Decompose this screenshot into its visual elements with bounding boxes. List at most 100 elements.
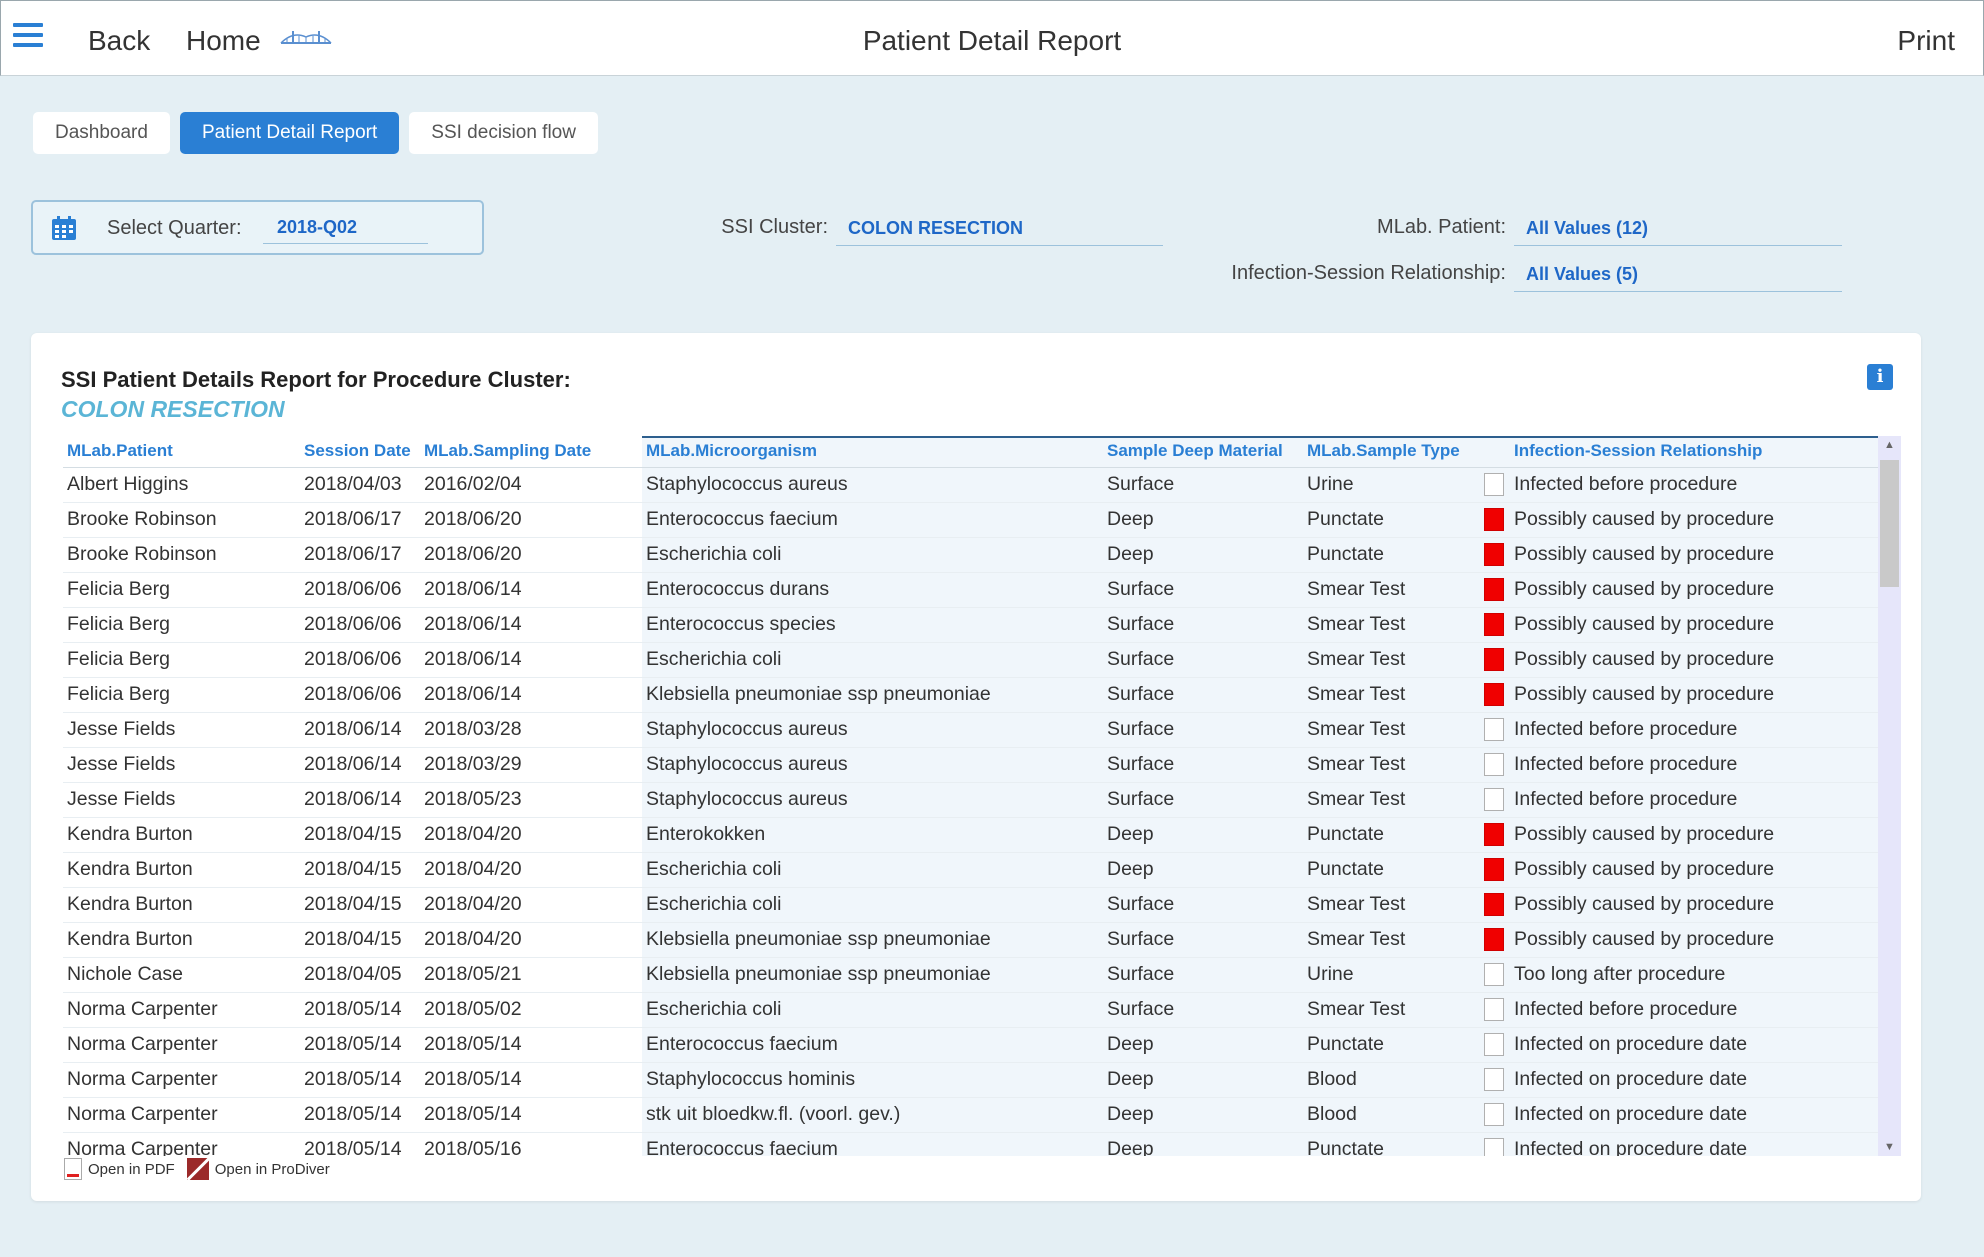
table-row[interactable]: Kendra Burton 2018/04/15 2018/04/20 Klebsie… (63, 922, 1878, 958)
column-header[interactable]: MLab.Sample Type (1303, 436, 1477, 468)
open-in-prodiver-link[interactable]: Open in ProDiver (186, 1158, 330, 1180)
empty-flag-indicator (1483, 963, 1504, 987)
deep-material-cell: Deep (1103, 852, 1303, 888)
column-header[interactable]: MLab.Sampling Date (420, 436, 642, 468)
table-row[interactable]: Felicia Berg 2018/06/06 2018/06/14 Enteroco… (63, 607, 1878, 643)
empty-flag-indicator (1483, 998, 1504, 1022)
table-row[interactable]: Norma Carpenter 2018/05/14 2018/05/02 Esche… (63, 992, 1878, 1028)
deep-material-cell: Surface (1103, 467, 1303, 503)
sample-type-cell: Punctate (1303, 852, 1477, 888)
table-row[interactable]: Norma Carpenter 2018/05/14 2018/05/14 Enter… (63, 1027, 1878, 1063)
column-header[interactable]: MLab.Patient (63, 436, 300, 468)
print-link[interactable]: Print (1897, 25, 1955, 57)
deep-material-cell: Surface (1103, 992, 1303, 1028)
relationship-label: Infection-Session Relationship: (1231, 262, 1506, 284)
deep-material-cell: Deep (1103, 1097, 1303, 1133)
flag-cell (1477, 957, 1510, 993)
calendar-icon[interactable] (51, 215, 77, 241)
open-in-pdf-label: Open in PDF (88, 1160, 175, 1178)
deep-material-cell: Deep (1103, 1062, 1303, 1098)
table-row[interactable]: Norma Carpenter 2018/05/14 2018/05/14 Staph… (63, 1062, 1878, 1098)
column-header[interactable]: Sample Deep Material (1103, 436, 1303, 468)
relationship-cell: Infected before procedure (1510, 747, 1878, 783)
table-row[interactable]: Norma Carpenter 2018/05/14 2018/05/14 stk u… (63, 1097, 1878, 1133)
scrollbar-thumb[interactable] (1880, 460, 1899, 587)
table-row[interactable]: Brooke Robinson 2018/06/17 2018/06/20 Enter… (63, 502, 1878, 538)
ssi-cluster-select[interactable]: COLON RESECTION (836, 218, 1163, 246)
session-date-cell: 2018/05/14 (300, 1027, 420, 1063)
microorganism-cell: Enterococcus durans (642, 572, 1103, 608)
table-row[interactable]: Felicia Berg 2018/06/06 2018/06/14 Escheric… (63, 642, 1878, 678)
session-date-cell: 2018/04/15 (300, 817, 420, 853)
flag-cell (1477, 852, 1510, 888)
patient-cell: Felicia Berg (63, 572, 300, 608)
table-scrollbar[interactable]: ▲ ▼ (1878, 436, 1901, 1156)
sample-type-cell: Blood (1303, 1097, 1477, 1133)
column-header[interactable]: Session Date (300, 436, 420, 468)
table-row[interactable]: Felicia Berg 2018/06/06 2018/06/14 Enteroco… (63, 572, 1878, 608)
table-row[interactable]: Brooke Robinson 2018/06/17 2018/06/20 Esche… (63, 537, 1878, 573)
relationship-cell: Infected before procedure (1510, 467, 1878, 503)
table-row[interactable]: Jesse Fields 2018/06/14 2018/03/28 Staphylo… (63, 712, 1878, 748)
deep-material-cell: Surface (1103, 957, 1303, 993)
tab-patient-detail-report[interactable]: Patient Detail Report (179, 112, 400, 154)
sample-type-cell: Smear Test (1303, 887, 1477, 923)
table-row[interactable]: Albert Higgins 2018/04/03 2016/02/04 Staphy… (63, 467, 1878, 503)
relationship-cell: Possibly caused by procedure (1510, 677, 1878, 713)
table-row[interactable]: Jesse Fields 2018/06/14 2018/05/23 Staphylo… (63, 782, 1878, 818)
table-row[interactable]: Kendra Burton 2018/04/15 2018/04/20 Enterok… (63, 817, 1878, 853)
mlab-patient-select[interactable]: All Values (12) (1514, 218, 1842, 246)
tab-ssi-decision-flow[interactable]: SSI decision flow (409, 112, 598, 154)
table-row[interactable]: Norma Carpenter 2018/05/14 2018/05/16 Enter… (63, 1132, 1878, 1156)
deep-material-cell: Deep (1103, 817, 1303, 853)
flag-cell (1477, 467, 1510, 503)
deep-material-cell: Surface (1103, 782, 1303, 818)
table-row[interactable]: Kendra Burton 2018/04/15 2018/04/20 Escheri… (63, 887, 1878, 923)
report-footer-links: Open in PDF Open in ProDiver (64, 1158, 330, 1180)
microorganism-cell: Staphylococcus hominis (642, 1062, 1103, 1098)
sample-type-cell: Smear Test (1303, 747, 1477, 783)
sample-type-cell: Punctate (1303, 817, 1477, 853)
sample-type-cell: Punctate (1303, 1132, 1477, 1156)
red-flag-indicator (1483, 613, 1504, 637)
microorganism-cell: Staphylococcus aureus (642, 467, 1103, 503)
patient-cell: Kendra Burton (63, 852, 300, 888)
scroll-down-arrow-icon[interactable]: ▼ (1878, 1138, 1901, 1156)
quarter-selector[interactable]: Select Quarter: 2018-Q02 (31, 200, 484, 255)
info-icon[interactable]: i (1867, 364, 1893, 390)
quarter-input[interactable]: 2018-Q02 (263, 215, 428, 244)
red-flag-indicator (1483, 543, 1504, 567)
sampling-date-cell: 2018/05/02 (420, 992, 642, 1028)
sample-type-cell: Smear Test (1303, 992, 1477, 1028)
column-header[interactable]: MLab.Microorganism (642, 436, 1103, 468)
sampling-date-cell: 2018/05/23 (420, 782, 642, 818)
deep-material-cell: Surface (1103, 712, 1303, 748)
microorganism-cell: Klebsiella pneumoniae ssp pneumoniae (642, 677, 1103, 713)
scroll-up-arrow-icon[interactable]: ▲ (1878, 436, 1901, 454)
patient-cell: Kendra Burton (63, 817, 300, 853)
open-in-pdf-link[interactable]: Open in PDF (64, 1158, 175, 1180)
sample-type-cell: Punctate (1303, 502, 1477, 538)
session-date-cell: 2018/05/14 (300, 1132, 420, 1156)
table-row[interactable]: Jesse Fields 2018/06/14 2018/03/29 Staphylo… (63, 747, 1878, 783)
deep-material-cell: Surface (1103, 642, 1303, 678)
tab-dashboard[interactable]: Dashboard (33, 112, 170, 154)
quarter-label: Select Quarter: (107, 217, 242, 239)
table-row[interactable]: Nichole Case 2018/04/05 2018/05/21 Klebsiel… (63, 957, 1878, 993)
table-header-row: MLab.Patient Session Date MLab.Sampling … (63, 436, 1878, 468)
relationship-cell: Possibly caused by procedure (1510, 537, 1878, 573)
deep-material-cell: Deep (1103, 502, 1303, 538)
flag-cell (1477, 782, 1510, 818)
relationship-select[interactable]: All Values (5) (1514, 264, 1842, 292)
sampling-date-cell: 2018/05/14 (420, 1062, 642, 1098)
column-header[interactable]: Infection-Session Relationship (1510, 436, 1878, 468)
relationship-cell: Infected before procedure (1510, 712, 1878, 748)
flag-cell (1477, 992, 1510, 1028)
report-tabs: Dashboard Patient Detail Report SSI deci… (33, 112, 598, 154)
table-row[interactable]: Kendra Burton 2018/04/15 2018/04/20 Escheri… (63, 852, 1878, 888)
relationship-cell: Possibly caused by procedure (1510, 817, 1878, 853)
sample-type-cell: Smear Test (1303, 922, 1477, 958)
microorganism-cell: Escherichia coli (642, 642, 1103, 678)
relationship-cell: Infected on procedure date (1510, 1097, 1878, 1133)
table-row[interactable]: Felicia Berg 2018/06/06 2018/06/14 Klebsiel… (63, 677, 1878, 713)
